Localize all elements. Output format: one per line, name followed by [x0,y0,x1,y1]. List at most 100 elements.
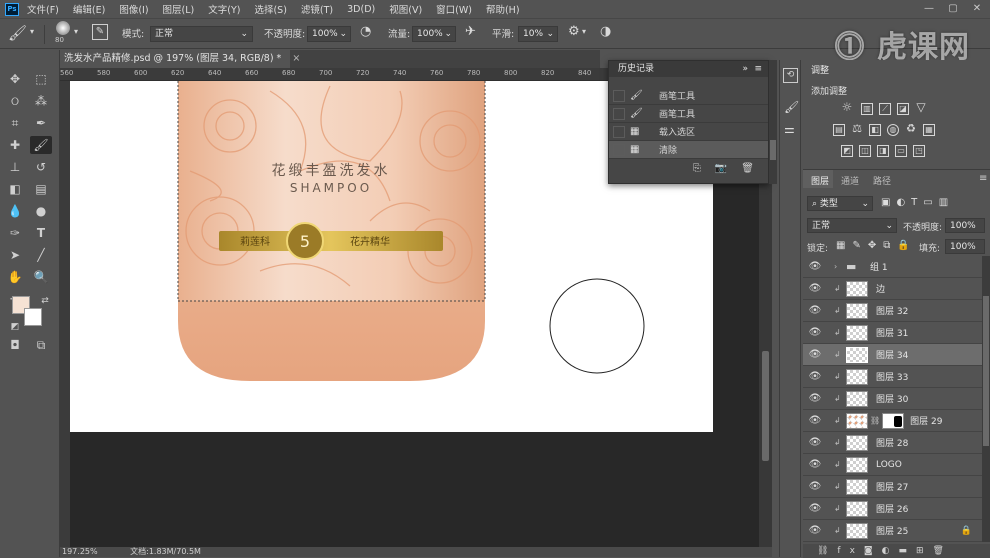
layer-row-masked[interactable]: 👁 ↲ ⛓ 图层 29 [803,410,982,432]
collapse-icon[interactable]: » [742,61,748,77]
layer-filter-select[interactable]: ⌕ 类型 ⌄ [807,196,873,211]
layer-row[interactable]: 👁 ↲ 图层 28 [803,432,982,454]
layers-scrollbar[interactable] [982,256,990,542]
flow-field[interactable]: 100% ⌄ [412,26,456,42]
move-tool-icon[interactable]: ✥ [4,70,26,88]
history-item[interactable]: 🖌 画笔工具 [609,105,768,123]
history-item[interactable]: ▦ 清除 [609,141,768,159]
hand-tool-icon[interactable]: ✋ [4,268,26,286]
blur-tool-icon[interactable]: 💧 [4,202,26,220]
healing-brush-icon[interactable]: ✚ [4,136,26,154]
layer-row[interactable]: 👁 ↲ 图层 26 [803,498,982,520]
properties-icon[interactable]: ⚌ [784,122,795,136]
menu-help[interactable]: 帮助(H) [486,2,520,16]
menu-file[interactable]: 文件(F) [27,2,59,16]
type-tool-icon[interactable]: T [30,224,52,242]
history-brush-icon[interactable]: ↺ [30,158,52,176]
gradient-map-icon[interactable]: ▭ [895,145,907,157]
close-tab-icon[interactable]: × [292,53,300,64]
eye-icon[interactable]: 👁 [808,393,822,404]
layer-row[interactable]: 👁 ↲ 图层 32 [803,300,982,322]
snapshot-camera-icon[interactable]: 📷 [715,163,727,174]
panel-menu-icon[interactable]: ≡ [754,61,762,77]
history-checkbox[interactable] [613,125,625,138]
lasso-tool-icon[interactable]: ଠ [4,92,26,110]
airbrush-icon[interactable]: ✈ [465,24,476,39]
blend-mode-select[interactable]: 正常 ⌄ [807,218,897,233]
pressure-size-icon[interactable]: ◑ [600,24,611,39]
eyedropper-icon[interactable]: ✒ [30,114,52,132]
smooth-field[interactable]: 10% ⌄ [518,26,558,42]
chevron-down-icon[interactable]: ▾ [582,27,586,36]
dodge-tool-icon[interactable]: ● [30,202,52,220]
layer-row[interactable]: 👁 ↲ 图层 33 [803,366,982,388]
eye-icon[interactable]: 👁 [808,327,822,338]
tab-channels[interactable]: 通道 [841,174,859,187]
history-item[interactable]: 🖌 画笔工具 [609,87,768,105]
eye-icon[interactable]: 👁 [808,503,822,514]
vibrance-icon[interactable]: ▽ [915,101,927,114]
trash-icon[interactable]: 🗑 [741,163,754,174]
vertical-ruler[interactable] [60,81,70,547]
menu-select[interactable]: 选择(S) [254,2,286,16]
menu-image[interactable]: 图像(I) [119,2,148,16]
menu-3d[interactable]: 3D(D) [347,4,375,15]
close-icon[interactable]: ✕ [970,3,984,15]
eye-icon[interactable]: 👁 [808,283,822,294]
opacity-field[interactable]: 100% ⌄ [307,26,351,42]
layer-row-selected[interactable]: 👁 ↲ 图层 34 [803,344,982,366]
brush-tool-icon[interactable]: 🖌 [8,24,27,42]
fill-field[interactable]: 100% [945,239,985,254]
pen-tool-icon[interactable]: ✑ [4,224,26,242]
eye-icon[interactable]: 👁 [808,371,822,382]
brush-panel-icon[interactable]: ✎ [92,24,108,40]
tab-paths[interactable]: 路径 [873,174,891,187]
path-select-icon[interactable]: ➤ [4,246,26,264]
eye-icon[interactable]: 👁 [808,481,822,492]
exposure-icon[interactable]: ◪ [897,103,909,115]
tab-layers[interactable]: 图层 [811,174,829,187]
invert-icon[interactable]: ◩ [841,145,853,157]
gear-icon[interactable]: ⚙ [568,24,580,39]
color-lookup-icon[interactable]: ▦ [923,124,935,136]
menu-type[interactable]: 文字(Y) [208,2,240,16]
layer-row[interactable]: 👁 ↲ 边 [803,278,982,300]
filter-icons[interactable]: ▣◐T▭▥ [881,197,954,208]
photo-filter-icon[interactable]: ◍ [887,124,899,136]
eye-icon[interactable]: 👁 [808,525,822,536]
curves-icon[interactable]: ⟋ [879,103,891,115]
layer-opacity-field[interactable]: 100% [945,218,985,233]
new-document-from-state-icon[interactable]: ⎘ [693,163,701,174]
eye-icon[interactable]: 👁 [808,349,822,360]
minimize-icon[interactable]: — [922,3,936,15]
layer-row[interactable]: 👁 ↲ 图层 31 [803,322,982,344]
history-scrollbar[interactable] [769,60,777,184]
menu-filter[interactable]: 滤镜(T) [301,2,333,16]
eye-icon[interactable]: 👁 [808,459,822,470]
zoom-tool-icon[interactable]: 🔍 [30,268,52,286]
magic-wand-icon[interactable]: ⁂ [30,92,52,110]
scroll-thumb[interactable] [770,140,776,160]
chevron-down-icon[interactable]: ▾ [30,27,34,36]
background-color-swatch[interactable] [24,308,42,326]
panel-menu-icon[interactable]: ≡ [979,173,987,184]
eye-icon[interactable]: 👁 [808,305,822,316]
menu-edit[interactable]: 编辑(E) [73,2,105,16]
chevron-down-icon[interactable]: ▾ [74,27,78,36]
history-panel-icon[interactable]: ⟲ [783,68,798,83]
gradient-tool-icon[interactable]: ▤ [30,180,52,198]
threshold-icon[interactable]: ◨ [877,145,889,157]
swap-colors-icon[interactable]: ⇄ [34,292,56,310]
levels-icon[interactable]: ▥ [861,103,873,115]
default-colors-icon[interactable]: ◩ [4,318,26,336]
history-checkbox[interactable] [613,107,625,120]
marquee-tool-icon[interactable]: ⬚ [30,70,52,88]
maximize-icon[interactable]: ▢ [946,3,960,15]
crop-tool-icon[interactable]: ⌗ [4,114,26,132]
history-panel-header[interactable]: 历史记录 » ≡ [609,61,768,77]
posterize-icon[interactable]: ◫ [859,145,871,157]
layers-footer-icons[interactable]: ⛓fx◙◐▬⊞🗑 [803,544,990,558]
brush-settings-icon[interactable]: 🖌 [784,100,799,114]
link-icon[interactable]: ⛓ [870,416,880,425]
history-checkbox[interactable] [613,89,625,102]
